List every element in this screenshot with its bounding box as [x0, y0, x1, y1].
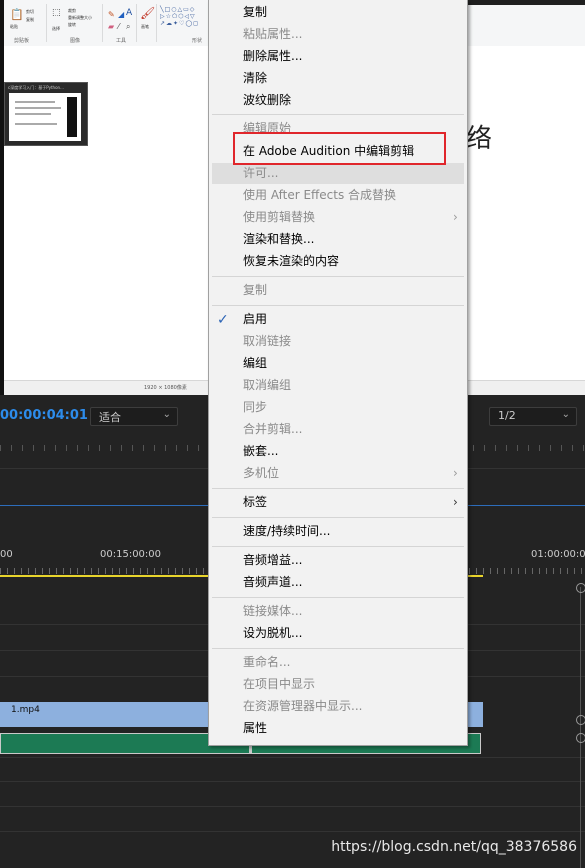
ribbon-separator — [102, 4, 103, 42]
ribbon-separator — [156, 4, 157, 42]
text-icon[interactable]: A — [126, 8, 132, 18]
submenu-arrow-icon: › — [453, 495, 458, 509]
resolution-dropdown-value: 1/2 — [498, 409, 516, 422]
menu-separator — [212, 114, 464, 115]
menu-item-audio-channels[interactable]: 音频声道... — [243, 575, 302, 589]
ribbon-separator — [46, 4, 47, 42]
watermark-url: https://blog.csdn.net/qq_38376586 — [331, 839, 577, 855]
paint-ribbon-right — [466, 0, 585, 47]
resize-tool[interactable]: 重新调整大小 — [68, 15, 92, 21]
menu-item-render-and-replace[interactable]: 渲染和替换... — [243, 232, 314, 246]
scroll-handle-top[interactable] — [576, 583, 585, 593]
menu-item-clear[interactable]: 清除 — [243, 71, 267, 85]
rotate-tool[interactable]: 旋转 — [68, 22, 76, 28]
track-divider — [0, 781, 585, 782]
pencil-icon[interactable]: ✎ — [108, 10, 115, 19]
track-divider — [0, 806, 585, 807]
submenu-arrow-icon: › — [453, 466, 458, 480]
crop-tool[interactable]: 裁剪 — [68, 8, 76, 14]
menu-item-ungroup[interactable]: 取消编组 — [243, 378, 291, 392]
menu-separator — [212, 546, 464, 547]
menu-item-merge-clips[interactable]: 合并剪辑... — [243, 422, 302, 436]
paste-label[interactable]: 粘贴 — [10, 24, 18, 30]
menu-item-ripple-delete[interactable]: 波纹删除 — [243, 93, 291, 107]
brush-label[interactable]: 画笔 — [141, 24, 149, 30]
playhead-timecode[interactable]: 00:00:04:01 — [0, 408, 88, 423]
paint-ribbon: 📋 粘贴 剪切 复制 剪贴板 ⬚ 选择 裁剪 重新调整大小 旋转 图像 ✎ ◢ … — [4, 0, 209, 47]
menu-item-multi-camera[interactable]: 多机位 — [243, 466, 279, 480]
menu-item-speed-duration[interactable]: 速度/持续时间... — [243, 524, 331, 538]
canvas-size-label: 1920 × 1080像素 — [144, 385, 187, 391]
video-clip-label: 1.mp4 — [11, 705, 40, 715]
menu-item-restore-unrendered[interactable]: 恢复未渲染的内容 — [243, 254, 339, 268]
thumbnail-title: c深度学习入门：基于Python... — [8, 85, 64, 90]
menu-separator — [212, 305, 464, 306]
vertical-scrollbar[interactable] — [580, 587, 581, 868]
fit-dropdown-value: 适合 — [99, 411, 121, 424]
menu-item-paste-attributes[interactable]: 粘贴属性... — [243, 27, 302, 41]
checkmark-icon: ✓ — [217, 312, 229, 328]
menu-item-reveal-in-explorer[interactable]: 在资源管理器中显示... — [243, 699, 362, 713]
ribbon-group-shapes: 形状 — [192, 38, 203, 44]
canvas-text: 络 — [466, 124, 493, 154]
scroll-handle-bottom[interactable] — [576, 733, 585, 743]
menu-item-properties[interactable]: 属性 — [243, 721, 267, 735]
menu-item-replace-with-ae[interactable]: 使用 After Effects 合成替换 — [243, 188, 396, 202]
menu-item-link-media[interactable]: 链接媒体... — [243, 604, 302, 618]
menu-item-license[interactable]: 许可... — [243, 166, 278, 180]
menu-item-duplicate[interactable]: 复制 — [243, 283, 267, 297]
ribbon-separator — [136, 4, 137, 42]
menu-item-nest[interactable]: 嵌套... — [243, 444, 278, 458]
menu-separator — [212, 488, 464, 489]
ribbon-group-image: 图像 — [70, 38, 81, 44]
ruler-label-end: 01:00:00:0 — [531, 549, 585, 560]
paste-icon[interactable]: 📋 — [10, 8, 24, 21]
menu-item-synchronize[interactable]: 同步 — [243, 400, 267, 414]
taskbar-thumbnail[interactable]: c深度学习入门：基于Python... — [4, 82, 88, 146]
submenu-arrow-icon: › — [453, 210, 458, 224]
menu-item-rename[interactable]: 重命名... — [243, 655, 290, 669]
menu-separator — [212, 648, 464, 649]
chevron-down-icon: ⌄ — [162, 409, 171, 420]
menu-item-audio-gain[interactable]: 音频增益... — [243, 553, 302, 567]
chevron-down-icon: ⌄ — [561, 409, 570, 420]
resolution-dropdown[interactable]: 1/2 ⌄ — [489, 407, 577, 426]
red-highlight-box — [233, 132, 446, 165]
eraser-icon[interactable]: ▰ — [108, 22, 114, 31]
thumbnail-image — [9, 93, 81, 141]
paint-top-strip — [466, 0, 585, 5]
copy-tool[interactable]: 复制 — [26, 17, 34, 23]
fit-dropdown[interactable]: 适合 ⌄ — [90, 407, 178, 426]
menu-separator — [212, 276, 464, 277]
ruler-label-start: 00 — [0, 549, 13, 560]
ribbon-group-tools: 工具 — [116, 38, 127, 44]
magnifier-icon[interactable]: ⌕ — [126, 22, 130, 32]
menu-item-remove-attributes[interactable]: 删除属性... — [243, 49, 302, 63]
menu-item-enable[interactable]: 启用 — [243, 312, 267, 326]
menu-item-make-offline[interactable]: 设为脱机... — [243, 626, 302, 640]
shapes-gallery-icon[interactable]: ╲□○△▭◇ ▷☆⬠⬡◁▽ ↗☁✦♡◯◻ — [160, 6, 199, 27]
menu-separator — [212, 517, 464, 518]
fill-icon[interactable]: ◢ — [118, 10, 124, 19]
scroll-handle-mid[interactable] — [576, 715, 585, 725]
select-icon[interactable]: ⬚ — [52, 8, 61, 18]
track-divider — [0, 831, 585, 832]
menu-item-unlink[interactable]: 取消链接 — [243, 334, 291, 348]
menu-item-copy[interactable]: 复制 — [243, 5, 267, 19]
menu-item-label[interactable]: 标签 — [243, 495, 267, 509]
picker-icon[interactable]: ⁄ — [118, 22, 119, 31]
track-divider — [0, 757, 585, 758]
context-menu: ✓ 复制 粘贴属性... 删除属性... 清除 波纹删除 编辑原始 在 Adob… — [208, 0, 468, 746]
menu-item-reveal-in-project[interactable]: 在项目中显示 — [243, 677, 315, 691]
select-label[interactable]: 选择 — [52, 26, 60, 32]
ribbon-group-clipboard: 剪贴板 — [14, 38, 30, 44]
cut-tool[interactable]: 剪切 — [26, 9, 34, 15]
brush-icon[interactable]: 🖌 — [140, 6, 155, 20]
ruler-label-mid: 00:15:00:00 — [100, 549, 162, 560]
menu-separator — [212, 597, 464, 598]
menu-item-replace-with-clip[interactable]: 使用剪辑替换 — [243, 210, 315, 224]
menu-item-group[interactable]: 编组 — [243, 356, 267, 370]
